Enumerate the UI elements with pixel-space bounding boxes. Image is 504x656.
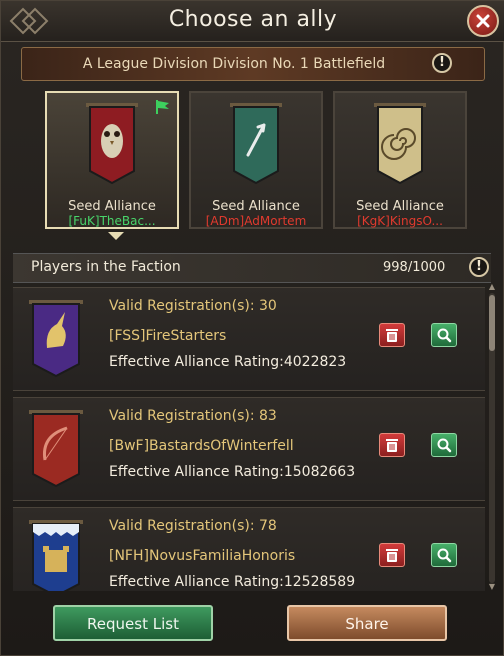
alliance-card-2[interactable]: Seed Alliance [ADm]AdMortem bbox=[189, 91, 323, 229]
battlefield-title: A League Division Division No. 1 Battlef… bbox=[82, 56, 386, 72]
bow-banner-icon bbox=[29, 410, 83, 488]
faction-header: Players in the Faction 998/1000 ! bbox=[13, 253, 491, 283]
alliance-label: Seed Alliance bbox=[68, 199, 156, 214]
delete-button[interactable] bbox=[379, 543, 405, 567]
list-item: Valid Registration(s): 83 [BwF]BastardsO… bbox=[13, 397, 485, 501]
arrow-banner-icon bbox=[230, 103, 282, 185]
flag-icon bbox=[156, 100, 169, 114]
delete-button[interactable] bbox=[379, 323, 405, 347]
close-button[interactable] bbox=[467, 5, 499, 37]
scroll-thumb[interactable] bbox=[489, 295, 495, 351]
alliance-name: [NFH]NovusFamiliaHonoris bbox=[109, 548, 296, 564]
info-icon[interactable]: ! bbox=[432, 53, 452, 73]
registration-count: Valid Registration(s): 30 bbox=[109, 298, 277, 314]
selection-pointer bbox=[108, 232, 124, 240]
ally-dialog: Choose an ally A League Division Divisio… bbox=[0, 0, 504, 656]
scroll-up-icon[interactable]: ▲ bbox=[487, 283, 497, 291]
magnifier-icon bbox=[437, 328, 452, 343]
list-scrollbar[interactable]: ▲ ▼ bbox=[487, 283, 497, 593]
view-button[interactable] bbox=[431, 543, 457, 567]
owl-banner-icon bbox=[86, 103, 138, 185]
alliance-name: [FuK]TheBac... bbox=[68, 214, 156, 228]
list-item: Valid Registration(s): 78 [NFH]NovusFami… bbox=[13, 507, 485, 591]
alliance-label: Seed Alliance bbox=[356, 199, 444, 214]
alliance-rating: Effective Alliance Rating:15082663 bbox=[109, 464, 356, 480]
magnifier-icon bbox=[437, 438, 452, 453]
info-icon[interactable]: ! bbox=[469, 257, 489, 277]
alliance-name: [KgK]KingsO... bbox=[357, 214, 443, 228]
players-list[interactable]: Valid Registration(s): 30 [FSS]FireStart… bbox=[13, 283, 485, 591]
close-icon bbox=[476, 14, 490, 28]
trash-icon bbox=[386, 549, 398, 562]
spiral-banner-icon bbox=[374, 103, 426, 185]
share-button[interactable]: Share bbox=[287, 605, 447, 641]
magnifier-icon bbox=[437, 548, 452, 563]
alliance-label: Seed Alliance bbox=[212, 199, 300, 214]
window-title: Choose an ally bbox=[168, 7, 338, 32]
title-bar: Choose an ally bbox=[1, 1, 504, 42]
alliance-name: [FSS]FireStarters bbox=[109, 328, 227, 344]
trash-icon bbox=[386, 329, 398, 342]
faction-count: 998/1000 bbox=[383, 260, 446, 275]
registration-count: Valid Registration(s): 83 bbox=[109, 408, 277, 424]
alliance-rating: Effective Alliance Rating:4022823 bbox=[109, 354, 347, 370]
alliance-name: [ADm]AdMortem bbox=[205, 214, 307, 228]
alliance-name: [BwF]BastardsOfWinterfell bbox=[109, 438, 294, 454]
delete-button[interactable] bbox=[379, 433, 405, 457]
scroll-down-icon[interactable]: ▼ bbox=[487, 583, 497, 591]
trash-icon bbox=[386, 439, 398, 452]
view-button[interactable] bbox=[431, 323, 457, 347]
unicorn-banner-icon bbox=[29, 300, 83, 378]
request-list-button[interactable]: Request List bbox=[53, 605, 213, 641]
faction-title: Players in the Faction bbox=[31, 259, 181, 275]
alliance-rating: Effective Alliance Rating:12528589 bbox=[109, 574, 356, 590]
view-button[interactable] bbox=[431, 433, 457, 457]
alliance-card-1[interactable]: Seed Alliance [FuK]TheBac... bbox=[45, 91, 179, 229]
alliance-card-3[interactable]: Seed Alliance [KgK]KingsO... bbox=[333, 91, 467, 229]
castle-banner-icon bbox=[29, 520, 83, 591]
list-item: Valid Registration(s): 30 [FSS]FireStart… bbox=[13, 287, 485, 391]
registration-count: Valid Registration(s): 78 bbox=[109, 518, 277, 534]
battlefield-banner: A League Division Division No. 1 Battlef… bbox=[21, 47, 485, 81]
